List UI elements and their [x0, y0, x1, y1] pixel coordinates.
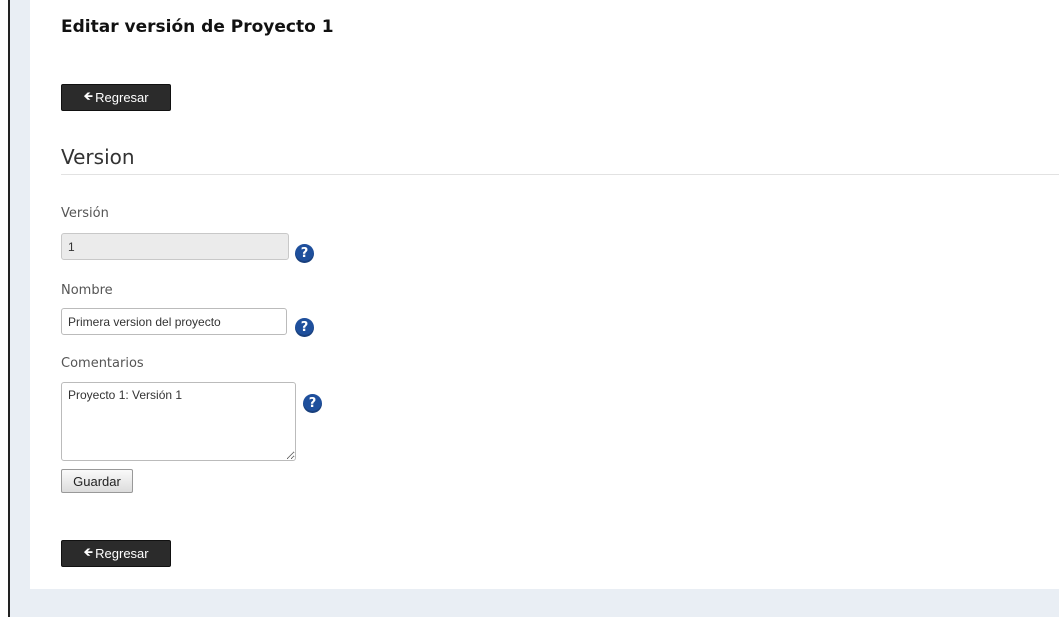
version-input[interactable]	[61, 233, 289, 260]
section-divider	[61, 174, 1059, 175]
back-button-bottom[interactable]: 🡸 Regresar	[61, 540, 171, 567]
nombre-input[interactable]	[61, 308, 287, 335]
help-icon-comentarios[interactable]: ?	[303, 394, 322, 413]
nombre-label: Nombre	[61, 283, 113, 298]
save-button[interactable]: Guardar	[61, 469, 133, 493]
content-panel	[30, 0, 1059, 589]
back-button-label: Regresar	[95, 546, 149, 561]
arrow-left-icon: 🡸	[83, 545, 94, 559]
back-button-top[interactable]: 🡸 Regresar	[61, 84, 171, 111]
arrow-left-icon: 🡸	[83, 89, 94, 103]
comentarios-label: Comentarios	[61, 356, 144, 371]
back-button-label: Regresar	[95, 90, 149, 105]
page-title: Editar versión de Proyecto 1	[61, 17, 334, 37]
comentarios-textarea[interactable]: Proyecto 1: Versión 1	[61, 382, 296, 461]
help-icon-nombre[interactable]: ?	[295, 318, 314, 337]
section-title: Version	[61, 145, 135, 169]
help-icon-version[interactable]: ?	[295, 244, 314, 263]
version-label: Versión	[61, 206, 109, 221]
